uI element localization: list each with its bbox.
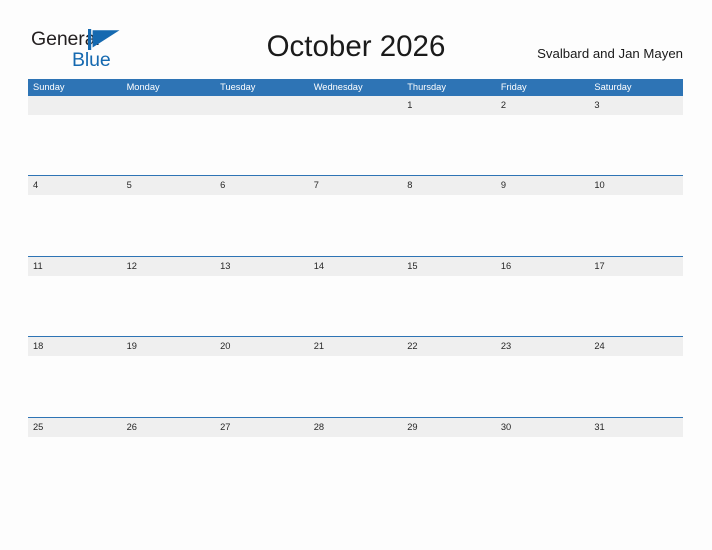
day-number: 29 <box>407 421 418 432</box>
day-cell[interactable]: 13 <box>215 256 309 337</box>
day-cell[interactable]: 31 <box>589 417 683 498</box>
day-number: 26 <box>126 421 137 432</box>
day-number: 24 <box>594 341 605 352</box>
day-cell[interactable] <box>308 96 403 176</box>
weekday-header-row: Sunday Monday Tuesday Wednesday Thursday… <box>28 79 683 96</box>
day-cell[interactable]: 8 <box>402 176 496 256</box>
day-number: 8 <box>407 180 413 191</box>
weekday-header-wednesday: Wednesday <box>313 82 363 92</box>
day-cell[interactable]: 2 <box>495 96 590 176</box>
weekday-header-saturday: Saturday <box>594 82 632 92</box>
day-cell[interactable]: 11 <box>28 256 122 337</box>
day-cell[interactable]: 18 <box>28 337 122 417</box>
weekday-header-sunday: Sunday <box>33 82 65 92</box>
day-cell[interactable]: 30 <box>495 417 590 498</box>
day-cell[interactable]: 20 <box>215 337 309 417</box>
day-cell[interactable]: 28 <box>308 417 403 498</box>
day-number: 30 <box>500 421 512 432</box>
day-number: 5 <box>126 180 132 191</box>
day-cell[interactable]: 29 <box>402 417 496 498</box>
day-number: 18 <box>33 341 44 352</box>
weekday-header-friday: Friday <box>500 82 527 92</box>
page-header: General Blue October 2026 Svalbard and J… <box>0 0 712 79</box>
day-cell[interactable]: 24 <box>589 337 683 417</box>
day-number: 3 <box>594 100 600 110</box>
day-number: 4 <box>33 180 39 191</box>
day-number: 2 <box>500 100 506 110</box>
day-number: 14 <box>313 260 325 271</box>
calendar-grid: Sunday Monday Tuesday Wednesday Thursday… <box>28 79 683 498</box>
day-cell[interactable]: 25 <box>28 417 122 498</box>
day-cell[interactable]: 26 <box>121 417 216 498</box>
day-number: 23 <box>500 341 512 352</box>
day-cell[interactable] <box>215 96 309 176</box>
day-number: 31 <box>594 421 605 432</box>
day-cell[interactable]: 3 <box>589 96 683 176</box>
day-number: 17 <box>594 260 605 271</box>
day-cell[interactable]: 27 <box>215 417 309 498</box>
day-cell[interactable]: 12 <box>121 256 216 337</box>
day-number: 1 <box>407 100 413 110</box>
day-number: 16 <box>500 260 512 271</box>
week-row: 1 2 3 <box>28 96 683 176</box>
day-number: 12 <box>126 260 137 271</box>
day-number: 10 <box>594 180 605 191</box>
day-number: 6 <box>220 180 226 191</box>
blue-flag-icon <box>88 29 122 50</box>
day-number: 21 <box>313 341 325 352</box>
day-cell[interactable]: 16 <box>495 256 590 337</box>
weekday-header-monday: Monday <box>126 82 160 92</box>
day-cell[interactable]: 5 <box>121 176 216 256</box>
day-number: 15 <box>407 260 418 271</box>
day-cell[interactable]: 21 <box>308 337 403 417</box>
week-row: 25 26 27 28 29 30 31 <box>28 416 683 498</box>
general-blue-logo[interactable]: General Blue <box>31 28 151 74</box>
day-number: 20 <box>220 341 231 352</box>
day-cell[interactable] <box>28 96 122 176</box>
day-cell[interactable]: 15 <box>402 256 496 337</box>
day-number: 11 <box>33 260 43 271</box>
day-number: 25 <box>33 421 44 432</box>
day-cell[interactable]: 19 <box>121 337 216 417</box>
day-number: 7 <box>313 180 319 191</box>
day-cell[interactable] <box>121 96 216 176</box>
week-row: 11 12 13 14 15 16 17 <box>28 255 683 337</box>
location-label: Svalbard and Jan Mayen <box>537 46 683 61</box>
day-number: 22 <box>407 341 418 352</box>
day-cell[interactable]: 22 <box>402 337 496 417</box>
day-cell[interactable]: 9 <box>495 176 590 256</box>
day-number: 13 <box>220 260 231 271</box>
week-row: 4 5 6 7 8 9 10 <box>28 175 683 256</box>
day-cell[interactable]: 7 <box>308 176 403 256</box>
day-number: 9 <box>500 180 506 191</box>
logo-text-blue: Blue <box>72 49 111 71</box>
weekday-header-tuesday: Tuesday <box>220 82 256 92</box>
day-number: 19 <box>126 341 137 352</box>
day-cell[interactable]: 4 <box>28 176 122 256</box>
week-row: 18 19 20 21 22 23 24 <box>28 336 683 417</box>
day-number: 28 <box>313 421 325 432</box>
day-cell[interactable]: 14 <box>308 256 403 337</box>
day-cell[interactable]: 23 <box>495 337 590 417</box>
page-title: October 2026 <box>266 30 446 63</box>
day-number: 27 <box>220 421 231 432</box>
day-cell[interactable]: 6 <box>215 176 309 256</box>
day-cell[interactable]: 1 <box>402 96 496 176</box>
day-cell[interactable]: 17 <box>589 256 683 337</box>
weekday-header-thursday: Thursday <box>407 82 447 92</box>
day-cell[interactable]: 10 <box>589 176 683 256</box>
